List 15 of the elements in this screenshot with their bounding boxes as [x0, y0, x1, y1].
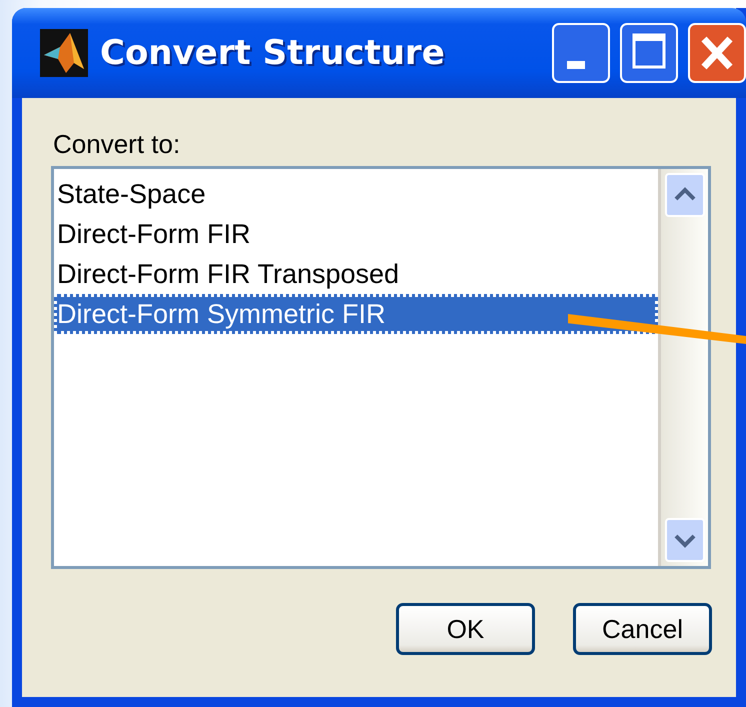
- app-icon: [40, 29, 88, 77]
- list-label: Convert to:: [53, 128, 180, 160]
- minimize-icon[interactable]: [552, 23, 610, 83]
- dialog-button[interactable]: OK: [396, 603, 535, 655]
- list-item[interactable]: State-Space: [54, 174, 658, 214]
- scroll-down-icon[interactable]: [664, 518, 704, 562]
- maximize-icon[interactable]: [620, 23, 678, 83]
- close-icon[interactable]: [688, 23, 746, 83]
- scrollbar[interactable]: [658, 169, 708, 566]
- scroll-up-icon[interactable]: [664, 173, 704, 217]
- dialog-button[interactable]: Cancel: [573, 603, 712, 655]
- list-item[interactable]: Direct-Form FIR Transposed: [54, 254, 658, 294]
- list-item[interactable]: Direct-Form FIR: [54, 214, 658, 254]
- list-item[interactable]: Direct-Form Symmetric FIR: [54, 294, 658, 334]
- window-title: Convert Structure: [100, 33, 445, 73]
